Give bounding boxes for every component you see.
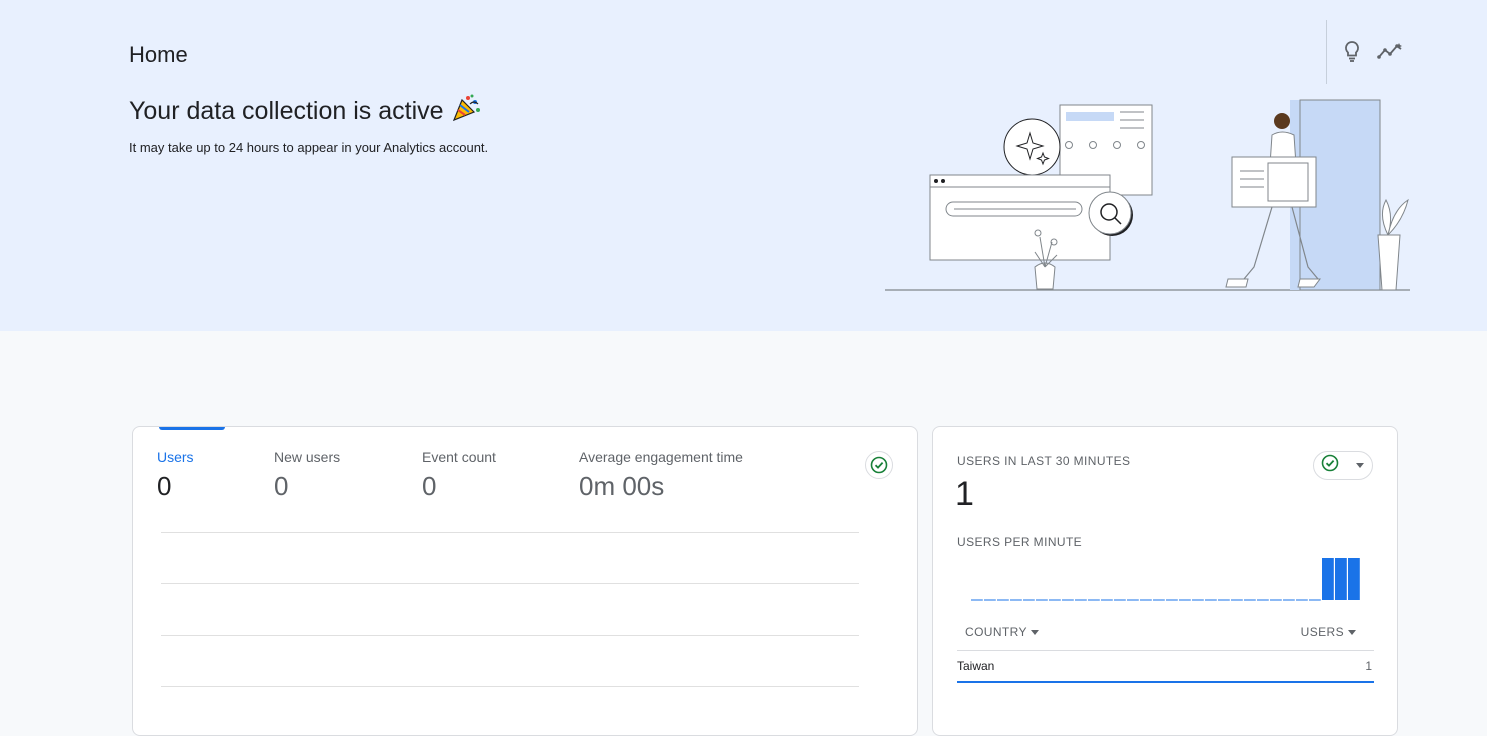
metric-value: 0 bbox=[157, 471, 172, 501]
hero-illustration bbox=[885, 99, 1410, 291]
sort-dropdown-icon bbox=[1030, 629, 1039, 635]
sort-dropdown-icon bbox=[1348, 629, 1356, 635]
realtime-title: USERS IN LAST 30 MINUTES bbox=[957, 454, 1131, 468]
chart-gridline bbox=[161, 532, 859, 533]
page-title: Home bbox=[129, 42, 188, 67]
chevron-down-icon bbox=[1356, 463, 1364, 468]
chart-gridline bbox=[161, 583, 859, 584]
tab-average-engagement-time[interactable]: Average engagement time 0m 00s bbox=[579, 449, 743, 502]
users-per-minute-label: USERS PER MINUTE bbox=[957, 535, 1083, 549]
chart-gridline bbox=[161, 686, 859, 687]
chart-gridline bbox=[161, 635, 859, 636]
metric-label: Event count bbox=[422, 449, 496, 465]
chart-bar[interactable] bbox=[1335, 558, 1347, 600]
active-tab-indicator bbox=[159, 427, 225, 430]
country-cell: Taiwan bbox=[957, 659, 995, 673]
metrics-card: Users 0 New users 0 Event count 0 Averag… bbox=[132, 426, 918, 736]
hero-subtitle: It may take up to 24 hours to appear in … bbox=[129, 140, 489, 155]
check-circle-icon[interactable] bbox=[865, 451, 893, 479]
hero-actions bbox=[1326, 20, 1403, 84]
realtime-value: 1 bbox=[955, 475, 974, 513]
metric-label: Users bbox=[157, 449, 194, 465]
metric-value: 0 bbox=[422, 471, 437, 501]
hero-headline-text: Your data collection is active bbox=[129, 97, 444, 125]
users-cell: 1 bbox=[1365, 659, 1372, 673]
insights-trend-icon[interactable] bbox=[1377, 38, 1403, 64]
table-row[interactable]: Taiwan 1 bbox=[957, 653, 1374, 683]
tab-event-count[interactable]: Event count 0 bbox=[422, 449, 496, 502]
hero-banner: Home Your data collection is active It m… bbox=[0, 0, 1487, 331]
chart-bar[interactable] bbox=[1322, 558, 1334, 600]
column-header-label: COUNTRY bbox=[965, 625, 1027, 639]
realtime-card: USERS IN LAST 30 MINUTES 1 USERS PER MIN… bbox=[932, 426, 1398, 736]
tab-new-users[interactable]: New users 0 bbox=[274, 449, 340, 502]
metric-value: 0 bbox=[274, 471, 289, 501]
realtime-status-dropdown[interactable] bbox=[1313, 451, 1373, 480]
hero-headline: Your data collection is active bbox=[129, 94, 482, 129]
tab-users[interactable]: Users 0 bbox=[157, 449, 194, 502]
column-header-country[interactable]: COUNTRY bbox=[965, 625, 1039, 639]
chart-bar[interactable] bbox=[1348, 558, 1360, 600]
users-per-minute-chart bbox=[971, 558, 1360, 601]
lightbulb-icon[interactable] bbox=[1339, 38, 1365, 64]
party-popper-icon bbox=[452, 94, 482, 129]
metric-value: 0m 00s bbox=[579, 471, 665, 501]
table-header: COUNTRY USERS bbox=[957, 625, 1374, 651]
metric-label: Average engagement time bbox=[579, 449, 743, 465]
column-header-label: USERS bbox=[1300, 625, 1344, 639]
metric-label: New users bbox=[274, 449, 341, 465]
check-circle-icon bbox=[1321, 454, 1339, 477]
column-header-users[interactable]: USERS bbox=[1301, 625, 1356, 639]
